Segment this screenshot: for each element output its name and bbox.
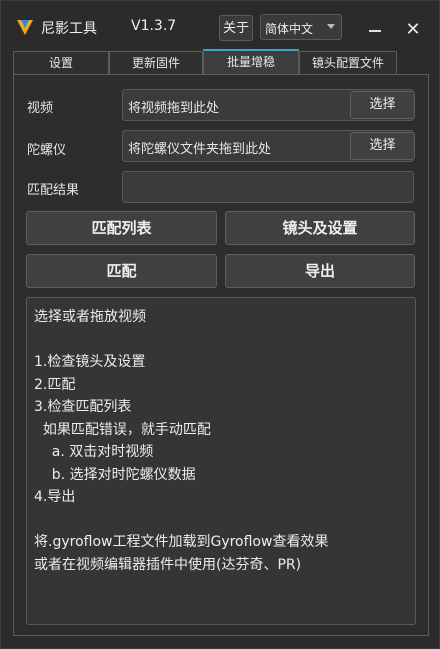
instructions-text-area[interactable]: 选择或者拖放视频 1.检查镜头及设置 2.匹配 3.检查匹配列表 如果匹配错误，… [26, 297, 416, 625]
instruction-line: 2.匹配 [34, 376, 76, 393]
app-window: 尼影工具 V1.3.7 关于 简体中文 ✕ 设置 更新固件 批量增稳 镜头配置文… [0, 0, 440, 649]
match-result-field[interactable] [122, 171, 414, 203]
tab-batch-stabilize[interactable]: 批量增稳 [203, 49, 299, 74]
tab-lens-profile[interactable]: 镜头配置文件 [299, 51, 397, 74]
export-button[interactable]: 导出 [225, 254, 415, 288]
instruction-line: 选择或者拖放视频 [34, 309, 146, 325]
app-title: 尼影工具 [41, 21, 97, 37]
select-gyro-button[interactable]: 选择 [350, 132, 415, 160]
instruction-line: 或者在视频编辑器插件中使用(达芬奇、PR) [34, 556, 302, 573]
instruction-line: 将.gyroflow工程文件加载到Gyroflow查看效果 [34, 534, 329, 550]
language-select[interactable]: 简体中文 [260, 14, 342, 40]
minimize-icon[interactable] [369, 30, 381, 32]
version-label: V1.3.7 [131, 18, 177, 34]
close-icon[interactable]: ✕ [402, 19, 424, 41]
match-button[interactable]: 匹配 [26, 254, 217, 288]
lens-settings-button[interactable]: 镜头及设置 [225, 211, 415, 245]
instruction-line: 4.导出 [34, 489, 76, 505]
chevron-down-icon [327, 24, 335, 29]
tab-update-firmware[interactable]: 更新固件 [109, 51, 203, 74]
match-result-label: 匹配结果 [27, 183, 80, 198]
video-label: 视频 [27, 101, 54, 116]
instruction-line: 如果匹配错误，就手动匹配 [34, 421, 211, 438]
instruction-line: a. 双击对时视频 [34, 444, 154, 460]
gyro-label: 陀螺仪 [27, 143, 67, 158]
instruction-line: b. 选择对时陀螺仪数据 [34, 466, 196, 483]
instruction-line [34, 509, 408, 532]
app-logo-icon [17, 20, 33, 35]
instruction-line: 1.检查镜头及设置 [34, 354, 146, 370]
tab-settings[interactable]: 设置 [13, 51, 109, 74]
about-button[interactable]: 关于 [219, 15, 253, 41]
instruction-line [34, 329, 408, 352]
instruction-line: 3.检查匹配列表 [34, 399, 132, 415]
language-select-value: 简体中文 [265, 22, 314, 36]
select-video-button[interactable]: 选择 [350, 91, 415, 119]
match-list-button[interactable]: 匹配列表 [26, 211, 217, 245]
